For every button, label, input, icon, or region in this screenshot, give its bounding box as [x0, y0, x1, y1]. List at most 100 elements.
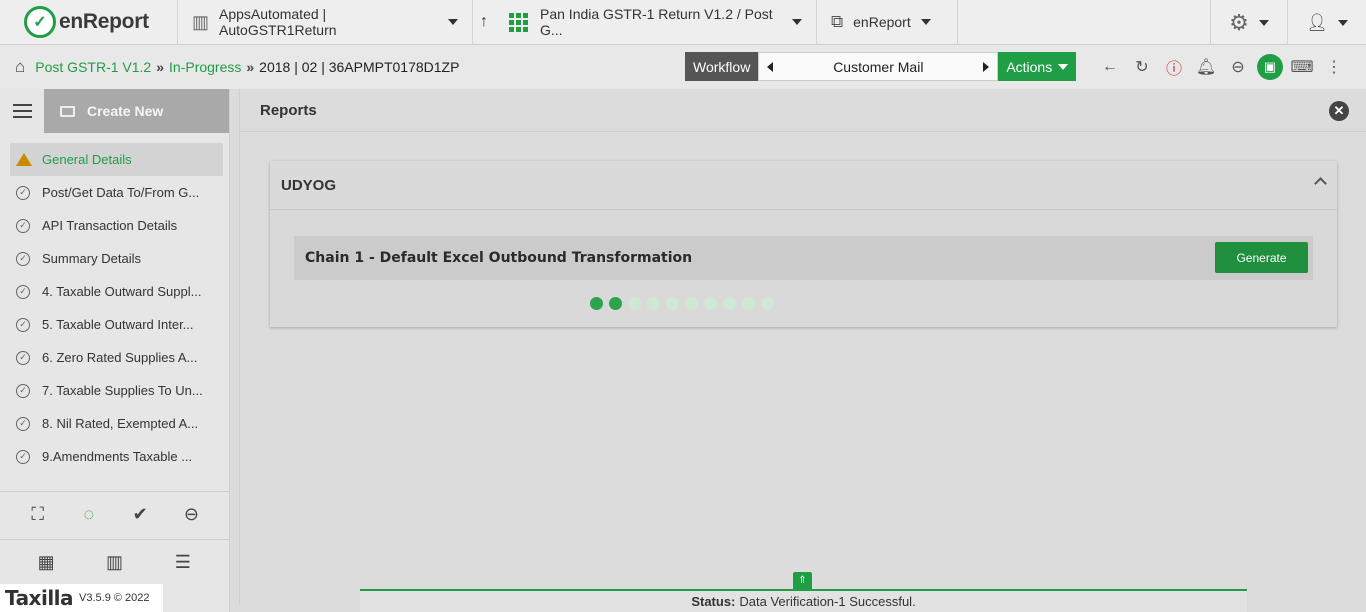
chevron-down-icon: [1337, 19, 1348, 26]
breadcrumb-separator-icon: »: [156, 59, 165, 75]
actions-label: Actions: [1006, 58, 1053, 75]
check-circle-icon: ✓: [16, 185, 30, 200]
sidebar-item[interactable]: ✓ 5. Taxable Outward Inter...: [10, 308, 223, 341]
building-icon: ▥: [192, 11, 210, 32]
sidebar: Create New General Details ✓ Post/Get Dat…: [0, 89, 230, 612]
breadcrumb-link[interactable]: Post GSTR-1 V1.2: [35, 59, 151, 75]
status-label: Status:: [691, 594, 736, 609]
chevron-down-icon: [792, 19, 802, 25]
hamburger-menu-icon[interactable]: [0, 89, 44, 133]
sidebar-item-general-details[interactable]: General Details: [10, 143, 223, 176]
chevron-down-icon: [1058, 63, 1069, 70]
switch-module-icon: ⧉: [831, 12, 844, 31]
loading-dot: [685, 297, 698, 310]
briefcase-icon[interactable]: ▣: [1254, 52, 1286, 82]
check-circle-icon: ✓: [16, 317, 30, 332]
up-arrow-button[interactable]: ↑: [473, 0, 495, 45]
building-icon[interactable]: ▥: [99, 548, 129, 578]
brand-name: enReport: [59, 10, 149, 33]
chevron-up-icon[interactable]: [1314, 177, 1327, 190]
org-selector[interactable]: ▥ AppsAutomated | AutoGSTR1Return: [178, 0, 473, 45]
org-name: AppsAutomated | AutoGSTR1Return: [219, 6, 337, 38]
sidebar-tools: ⛶ ◌ ✔ ⊖: [0, 491, 229, 537]
warning-icon: [16, 153, 32, 166]
sync-icon[interactable]: ◌: [74, 500, 104, 530]
loading-dot: [628, 297, 641, 310]
reports-header: Reports ✕: [240, 89, 1366, 132]
sidebar-item[interactable]: ✓ Summary Details: [10, 242, 223, 275]
app-name: Pan India GSTR-1 Return V1.2 / Post G...: [540, 6, 773, 38]
chain-row: Chain 1 - Default Excel Outbound Transfo…: [294, 236, 1313, 280]
minus-circle-icon[interactable]: ⊖: [176, 500, 206, 530]
sidebar-item-label: Post/Get Data To/From G...: [42, 185, 200, 200]
sidebar-item[interactable]: ✓ API Transaction Details: [10, 209, 223, 242]
breadcrumb: ⌂ Post GSTR-1 V1.2 » In-Progress » 2018 …: [15, 45, 459, 89]
sidebar-item[interactable]: ✓ 7. Taxable Supplies To Un...: [10, 374, 223, 407]
status-message: Data Verification-1 Successful.: [739, 594, 916, 609]
loading-indicator: [590, 297, 774, 310]
top-bar: ✓ enReport ▥ AppsAutomated | AutoGSTR1Re…: [0, 0, 1366, 45]
focus-frame-icon[interactable]: ⛶: [23, 500, 53, 530]
previous-step-icon[interactable]: [767, 61, 774, 72]
generate-button[interactable]: Generate: [1215, 242, 1308, 273]
actions-button[interactable]: Actions: [998, 52, 1077, 81]
sidebar-item[interactable]: ✓ 9.Amendments Taxable ...: [10, 440, 223, 473]
loading-dot: [590, 297, 603, 310]
check-circle-icon: ✓: [16, 383, 30, 398]
sidebar-item[interactable]: ✓ 4. Taxable Outward Suppl...: [10, 275, 223, 308]
sidebar-item-label: 9.Amendments Taxable ...: [42, 449, 193, 464]
chevron-down-icon: [448, 19, 458, 25]
loading-dot: [704, 297, 717, 310]
chevron-down-icon: [1258, 19, 1269, 26]
breadcrumb-current: 2018 | 02 | 36APMPT0178D1ZP: [259, 59, 460, 75]
status-expand-icon[interactable]: ⇑: [793, 572, 812, 589]
main-panel: Reports ✕ UDYOG Chain 1 - Default Excel …: [239, 89, 1366, 604]
more-vertical-icon[interactable]: ⋮: [1318, 52, 1350, 82]
workflow-control: Workflow Customer Mail Actions: [685, 52, 1077, 81]
gear-icon: ⚙: [1229, 9, 1249, 35]
info-icon[interactable]: ⓘ: [1158, 52, 1190, 82]
loading-dot: [742, 297, 755, 310]
module-selector[interactable]: ⧉ enReport: [817, 0, 958, 45]
brand[interactable]: ✓ enReport: [0, 0, 178, 45]
sidebar-tools-secondary: ▦ ▥ ☰: [0, 539, 229, 585]
settings-menu[interactable]: ⚙: [1210, 0, 1287, 45]
refresh-icon[interactable]: ↻: [1126, 52, 1158, 82]
page-title: Reports: [260, 101, 317, 119]
loading-dot: [647, 297, 660, 310]
footer-brand: Taxilla V3.5.9 © 2022: [0, 584, 163, 612]
sidebar-item[interactable]: ✓ Post/Get Data To/From G...: [10, 176, 223, 209]
double-check-icon[interactable]: ✔: [125, 500, 155, 530]
create-new-label: Create New: [87, 103, 164, 119]
back-arrow-icon[interactable]: ←: [1094, 52, 1126, 82]
workflow-label: Workflow: [685, 52, 759, 81]
check-circle-icon: ✓: [16, 350, 30, 365]
sidebar-item-label: API Transaction Details: [42, 218, 178, 233]
user-menu[interactable]: 👤︎: [1287, 0, 1366, 45]
apps-grid-icon: [509, 12, 528, 32]
workflow-step: Customer Mail: [758, 52, 999, 81]
minus-circle-icon[interactable]: ⊖: [1222, 52, 1254, 82]
sidebar-item-label: Summary Details: [42, 251, 141, 266]
breadcrumb-link[interactable]: In-Progress: [169, 59, 241, 75]
section-title: UDYOG: [281, 176, 337, 194]
close-icon[interactable]: ✕: [1329, 101, 1349, 121]
next-step-icon[interactable]: [983, 61, 990, 72]
app-selector[interactable]: Pan India GSTR-1 Return V1.2 / Post G...: [495, 0, 817, 45]
breadcrumb-separator-icon: »: [246, 59, 255, 75]
report-card: UDYOG Chain 1 - Default Excel Outbound T…: [270, 161, 1337, 327]
sidebar-item-label: General Details: [42, 152, 132, 167]
sidebar-item-label: 4. Taxable Outward Suppl...: [42, 284, 202, 299]
bell-icon[interactable]: 🔔︎: [1190, 52, 1222, 82]
keyboard-icon[interactable]: ⌨: [1286, 52, 1318, 82]
workflow-step-name: Customer Mail: [833, 58, 924, 75]
create-new-button[interactable]: Create New: [44, 89, 229, 133]
dashboard-icon[interactable]: ▦: [31, 548, 61, 578]
home-icon[interactable]: ⌂: [15, 57, 25, 77]
chain-label: Chain 1 - Default Excel Outbound Transfo…: [305, 250, 693, 266]
card-header[interactable]: UDYOG: [270, 161, 1337, 210]
sidebar-item[interactable]: ✓ 8. Nil Rated, Exempted A...: [10, 407, 223, 440]
sidebar-item[interactable]: ✓ 6. Zero Rated Supplies A...: [10, 341, 223, 374]
list-view-icon[interactable]: ☰: [168, 548, 198, 578]
check-circle-icon: ✓: [16, 284, 30, 299]
